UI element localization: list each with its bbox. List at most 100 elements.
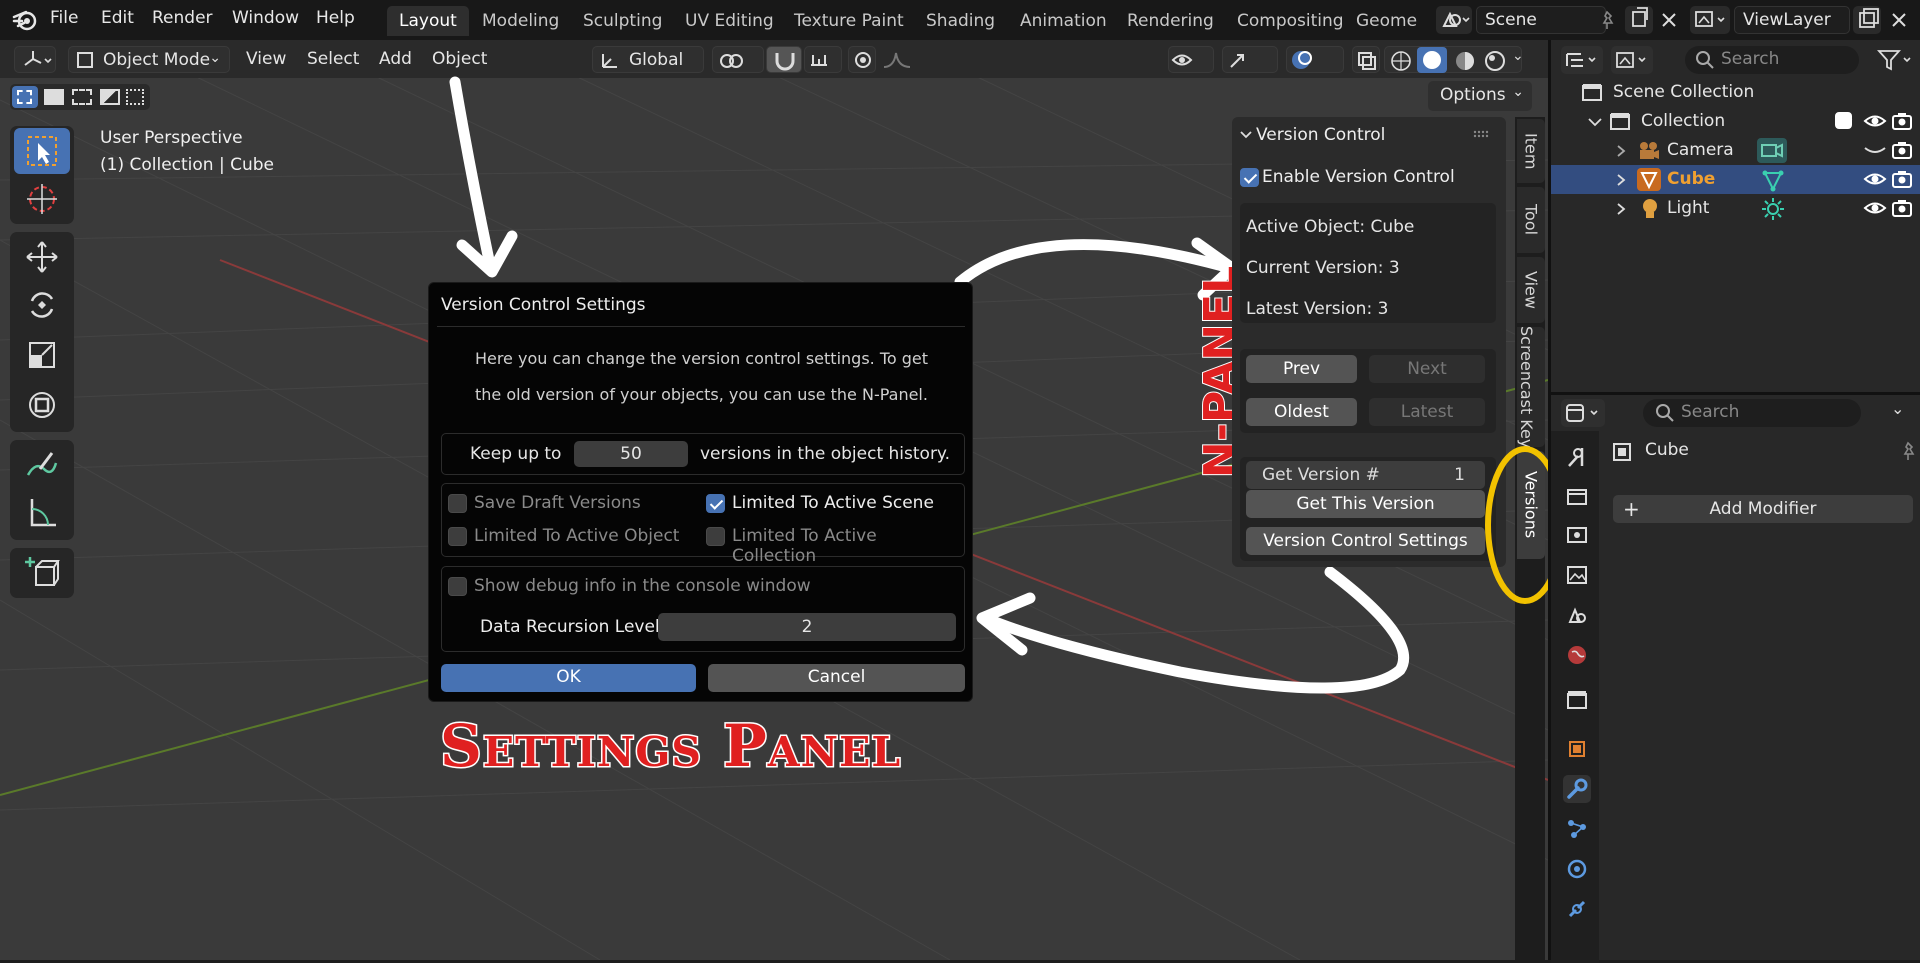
enable-version-control-label: Enable Version Control: [1262, 167, 1455, 187]
recursion-level-field[interactable]: 2: [658, 613, 956, 641]
world-tab[interactable]: [1563, 641, 1591, 669]
version-control-npanel: Version Control Enable Version Control A…: [1232, 117, 1506, 567]
tab-item-label: Item: [1521, 132, 1541, 170]
particles-tab[interactable]: [1563, 815, 1591, 843]
prev-button[interactable]: Prev: [1246, 355, 1357, 383]
limited-object-checkbox[interactable]: [448, 527, 467, 546]
enable-version-control-checkbox[interactable]: [1240, 168, 1259, 187]
add-modifier-button[interactable]: + Add Modifier: [1613, 495, 1913, 523]
new-scene-button[interactable]: [1625, 6, 1653, 34]
tab-item[interactable]: Item: [1517, 119, 1545, 183]
limited-object-label: Limited To Active Object: [474, 526, 680, 546]
outliner-row-collection[interactable]: Collection: [1551, 107, 1920, 136]
mesh-data-icon[interactable]: [1761, 168, 1785, 192]
camera-data-icon[interactable]: [1757, 138, 1787, 163]
ok-button[interactable]: OK: [441, 664, 696, 692]
pin-icon[interactable]: [1897, 440, 1919, 462]
debug-info-checkbox[interactable]: [448, 577, 467, 596]
camera-render-icon[interactable]: [1891, 111, 1913, 131]
eye-icon[interactable]: [1863, 198, 1887, 218]
drag-handle-icon[interactable]: [1472, 129, 1490, 139]
debug-options-box: Show debug info in the console window Da…: [441, 566, 965, 652]
chevron-down-icon[interactable]: [1238, 127, 1254, 143]
tab-view[interactable]: View: [1517, 257, 1545, 323]
view-layer-icon: [1616, 52, 1646, 68]
keep-versions-field[interactable]: 50: [574, 441, 688, 467]
collection-exclude-checkbox[interactable]: [1835, 112, 1852, 129]
close-icon[interactable]: [1886, 7, 1912, 33]
chevron-right-icon[interactable]: [1615, 173, 1627, 187]
camera-object-icon: [1640, 142, 1659, 159]
wrench-icon: [1567, 778, 1588, 799]
search-icon: [1656, 404, 1674, 422]
light-data-icon[interactable]: [1761, 197, 1785, 221]
output-tab[interactable]: [1563, 521, 1591, 549]
viewlayer-name-field[interactable]: ViewLayer: [1734, 6, 1850, 34]
camera-render-icon[interactable]: [1891, 198, 1913, 218]
eye-icon[interactable]: [1863, 111, 1887, 131]
outliner-search-input[interactable]: Search: [1685, 46, 1859, 74]
tab-screencast-keys-label: Screencast Keys: [1517, 327, 1536, 447]
pin-icon[interactable]: [1596, 9, 1618, 31]
camera-render-icon[interactable]: [1891, 140, 1913, 160]
tab-screencast-keys[interactable]: Screencast Keys: [1517, 327, 1545, 447]
next-button[interactable]: Next: [1369, 355, 1485, 383]
chevron-down-icon[interactable]: ⌄: [1891, 399, 1904, 418]
limited-collection-checkbox[interactable]: [706, 527, 725, 546]
limit-options-box: Save Draft Versions Limited To Active Sc…: [441, 483, 965, 566]
get-version-label: Get Version #: [1262, 465, 1380, 485]
arrow-down-to-dialog: [449, 76, 496, 271]
object-tab[interactable]: [1563, 735, 1591, 763]
outliner-row-scene-collection[interactable]: Scene Collection: [1551, 78, 1920, 107]
view-layer-tab[interactable]: [1563, 561, 1591, 589]
outliner-row-light[interactable]: Light: [1551, 194, 1920, 223]
save-draft-label: Save Draft Versions: [474, 493, 641, 513]
outliner-item-light: Light: [1667, 198, 1710, 218]
new-viewlayer-button[interactable]: [1853, 6, 1881, 34]
viewlayer-selector-button[interactable]: [1690, 6, 1730, 34]
chevron-right-icon[interactable]: [1615, 202, 1627, 216]
version-control-settings-dialog: Version Control Settings Here you can ch…: [428, 282, 973, 702]
display-mode-dropdown[interactable]: [1611, 46, 1653, 74]
latest-button[interactable]: Latest: [1369, 398, 1485, 426]
search-icon: [1696, 51, 1714, 69]
tool-tab[interactable]: [1563, 443, 1591, 471]
camera-render-icon[interactable]: [1891, 169, 1913, 189]
properties-icon: [1566, 404, 1598, 422]
tab-tool[interactable]: Tool: [1517, 187, 1545, 253]
viewlayer-icon: [1695, 11, 1725, 27]
outliner-editor-type-button[interactable]: [1561, 46, 1603, 74]
eye-icon[interactable]: [1863, 169, 1887, 189]
get-this-version-button[interactable]: Get This Version: [1246, 490, 1485, 518]
properties-editor-type-button[interactable]: [1561, 399, 1605, 427]
collection-tab[interactable]: [1563, 685, 1591, 713]
close-icon[interactable]: [1656, 7, 1682, 33]
outliner-panel: Search Scene Collection Collection Camer…: [1548, 40, 1920, 392]
save-draft-checkbox[interactable]: [448, 494, 467, 513]
chevron-right-icon[interactable]: [1615, 144, 1627, 158]
constraints-tab[interactable]: [1563, 895, 1591, 923]
settings-panel-annotation: Settings Panel: [438, 711, 902, 782]
arrow-to-npanel: [954, 239, 1236, 288]
physics-tab[interactable]: [1563, 855, 1591, 883]
render-tab[interactable]: [1563, 483, 1591, 511]
add-modifier-label: Add Modifier: [1709, 499, 1817, 519]
properties-search-input[interactable]: Search: [1643, 399, 1861, 427]
oldest-button[interactable]: Oldest: [1246, 398, 1357, 426]
version-control-settings-button[interactable]: Version Control Settings: [1246, 527, 1485, 555]
cancel-button[interactable]: Cancel: [708, 664, 965, 692]
eye-closed-icon[interactable]: [1863, 144, 1887, 158]
image-icon: [1567, 566, 1587, 584]
outliner-row-cube[interactable]: Cube: [1551, 165, 1920, 194]
filter-icon[interactable]: [1877, 48, 1913, 72]
version-info-box: Active Object: Cube Current Version: 3 L…: [1240, 203, 1496, 323]
outliner-row-camera[interactable]: Camera: [1551, 136, 1920, 165]
modifier-tab[interactable]: [1563, 775, 1591, 803]
collection-props-icon: [1567, 691, 1587, 709]
scene-tab[interactable]: [1563, 601, 1591, 629]
debug-info-label: Show debug info in the console window: [474, 576, 811, 596]
limited-scene-checkbox[interactable]: [706, 494, 725, 513]
viewlayer-name: ViewLayer: [1743, 10, 1831, 30]
chevron-down-icon[interactable]: [1587, 115, 1603, 129]
get-version-number-field[interactable]: Get Version # 1: [1246, 461, 1485, 489]
